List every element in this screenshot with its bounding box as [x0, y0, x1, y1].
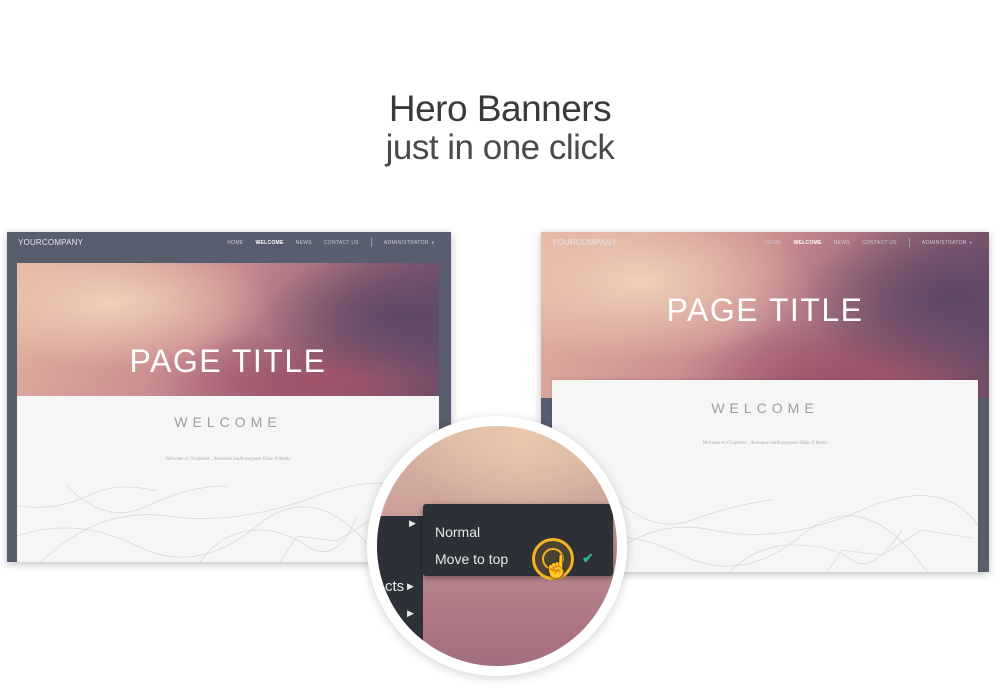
nav-contact-us[interactable]: CONTACT US	[862, 240, 897, 247]
nav-menu: HOME WELCOME NEWS CONTACT US ADMINISTRAT…	[227, 238, 435, 247]
nav-menu: HOME WELCOME NEWS CONTACT US ADMINISTRAT…	[765, 238, 973, 247]
navbar: YOURCOMPANY HOME WELCOME NEWS CONTACT US…	[541, 232, 989, 254]
nav-home[interactable]: HOME	[227, 240, 243, 247]
nav-administrator[interactable]: ADMINISTRATOR ▼	[922, 240, 973, 247]
nav-contact-us[interactable]: CONTACT US	[324, 240, 359, 247]
caret-down-icon: ▼	[430, 240, 435, 245]
navbar: YOURCOMPANY HOME WELCOME NEWS CONTACT US…	[7, 232, 451, 254]
checkmark-icon: ✔	[582, 550, 594, 566]
welcome-tagline: Welcome to Graphene , Awesome multi-porp…	[702, 441, 828, 446]
brand-logo[interactable]: YOURCOMPANY	[552, 238, 617, 247]
nav-divider	[370, 238, 372, 247]
parent-menu-item-label[interactable]: cts	[385, 578, 404, 595]
caret-right-icon: ▶	[407, 608, 414, 618]
headline-subtitle: just in one click	[385, 128, 615, 167]
hero-banner: PAGE TITLE	[17, 263, 439, 396]
welcome-heading: WELCOME	[711, 400, 819, 416]
brand-logo[interactable]: YOURCOMPANY	[18, 238, 83, 247]
caret-right-icon: ▶	[407, 634, 414, 644]
caret-right-icon: ▶	[409, 518, 416, 528]
headline-title: Hero Banners	[388, 88, 612, 129]
magnifier-lens: cts ▶ ▶ ▶ ▶ Normal Move to top ✔ ☝	[377, 426, 617, 666]
hand-cursor-icon: ☝	[543, 554, 571, 579]
nav-administrator-label: ADMINISTRATOR	[921, 240, 967, 246]
nav-divider	[908, 238, 910, 247]
hero-banner: PAGE TITLE	[541, 232, 989, 398]
parent-menu: cts ▶ ▶ ▶	[377, 516, 423, 666]
nav-news[interactable]: NEWS	[296, 240, 312, 247]
magnifier-zoom: cts ▶ ▶ ▶ ▶ Normal Move to top ✔ ☝	[367, 416, 627, 676]
menu-item-move-to-top[interactable]: Move to top	[435, 551, 508, 567]
caret-down-icon: ▼	[968, 240, 973, 245]
page-title: PAGE TITLE	[129, 343, 327, 379]
nav-welcome[interactable]: WELCOME	[255, 240, 283, 247]
nav-welcome[interactable]: WELCOME	[793, 240, 821, 247]
nav-home[interactable]: HOME	[765, 240, 781, 247]
nav-administrator-label: ADMINISTRATOR	[383, 240, 429, 246]
nav-news[interactable]: NEWS	[834, 240, 850, 247]
menu-item-normal[interactable]: Normal	[435, 524, 480, 540]
welcome-tagline: Welcome to Graphene , Awesome multi-porp…	[165, 457, 291, 462]
caret-right-icon: ▶	[407, 581, 414, 591]
nav-administrator[interactable]: ADMINISTRATOR ▼	[384, 240, 435, 247]
page-title: PAGE TITLE	[666, 292, 864, 328]
welcome-heading: WELCOME	[174, 414, 282, 430]
